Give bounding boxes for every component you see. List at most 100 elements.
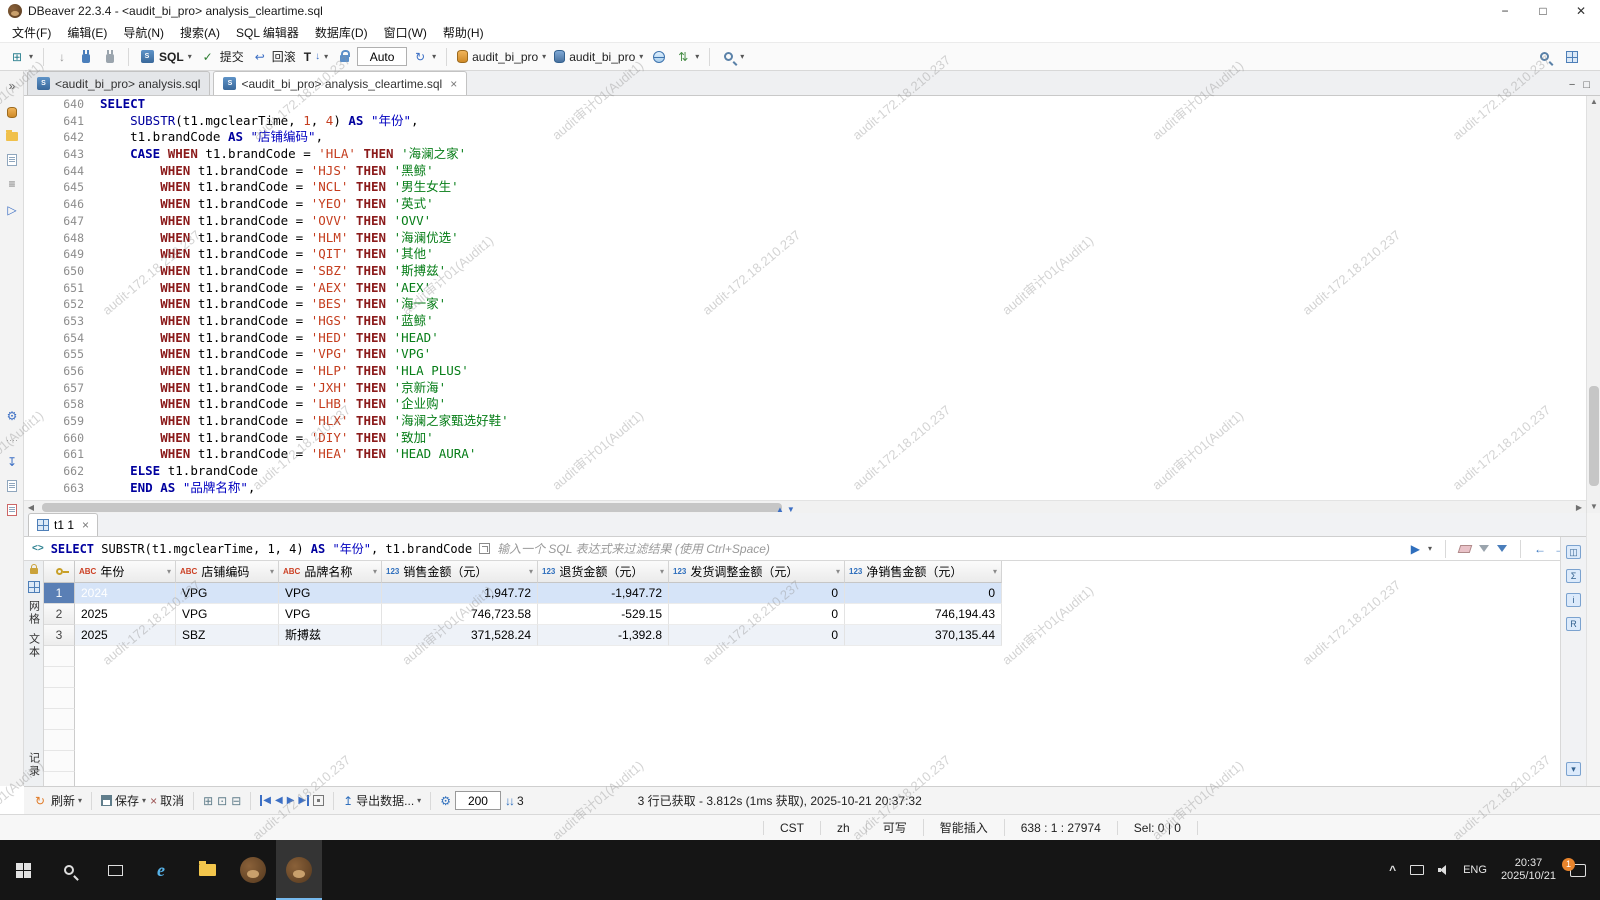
filter-input[interactable]: 输入一个 SQL 表达式来过滤结果 (使用 Ctrl+Space) [497,540,1404,557]
grid-cell[interactable]: 371,528.24 [382,625,538,646]
scroll-down-icon[interactable]: ▼ [1587,501,1600,513]
grid-cell[interactable]: -529.15 [538,604,669,625]
column-header-5[interactable]: 123发货调整金额（元）▾ [669,561,845,583]
menu-item-1[interactable]: 编辑(E) [59,22,115,43]
refresh-button[interactable]: ↻刷新▾ [32,792,82,809]
column-filter-caret[interactable]: ▾ [270,567,274,576]
restore-panes-icon[interactable]: » [3,77,21,95]
status-segment-3[interactable]: 智能插入 [924,819,1005,836]
clear-filter-icon[interactable] [1458,545,1473,553]
sql-editor-button[interactable]: SSQL▾ [136,46,195,68]
tray-expand-icon[interactable]: ^ [1389,863,1396,877]
minimize-button[interactable]: − [1486,0,1524,22]
filter-sql-preview[interactable]: SELECT SUBSTR(t1.mgclearTime, 1, 4) AS "… [51,540,472,557]
action-center-button[interactable]: 1 [1570,864,1586,877]
grid-cell[interactable]: VPG [176,604,279,625]
export-data-button[interactable]: ↥导出数据...▾ [343,792,421,809]
cancel-button[interactable]: ×取消 [150,792,184,809]
column-header-1[interactable]: ABC店铺编码▾ [176,561,279,583]
start-button[interactable] [0,840,46,900]
filter-history-back-icon[interactable]: ← [1534,542,1546,556]
grid-cell[interactable]: 0 [669,604,845,625]
scrollbar-thumb[interactable] [42,503,782,512]
menu-item-0[interactable]: 文件(F) [4,22,59,43]
filters-icon[interactable] [1497,545,1507,552]
editor-horizontal-scrollbar[interactable]: ◀ ▶ [24,500,1586,513]
more-icon[interactable]: ···· [3,431,21,449]
menu-item-6[interactable]: 窗口(W) [376,22,435,43]
export-script-icon[interactable]: ↧ [3,453,21,471]
first-row-button[interactable]: ◀ [260,795,271,806]
column-header-6[interactable]: 123净销售金额（元）▾ [845,561,1002,583]
console-icon[interactable]: ▷ [3,201,21,219]
remove-filter-icon[interactable] [1479,545,1489,552]
task-view-button[interactable] [92,840,138,900]
apply-filter-button[interactable]: ▶ [1411,542,1420,556]
sql-editor[interactable]: 640SELECT641 SUBSTR(t1.mgclearTime, 1, 4… [24,96,1586,500]
close-tab-icon[interactable]: × [450,77,457,91]
file-explorer-button[interactable] [184,840,230,900]
row-number-cell[interactable]: 3 [44,625,75,646]
script-icon[interactable] [3,151,21,169]
projects-icon[interactable] [3,127,21,145]
row-number-cell[interactable]: 1 [44,583,75,604]
isolation-combo[interactable]: Auto [357,47,407,66]
column-filter-caret[interactable]: ▾ [373,567,377,576]
grid-cell[interactable]: 0 [845,583,1002,604]
dbeaver-taskbar-button-active[interactable] [276,840,322,900]
editor-vertical-scrollbar[interactable]: ▲ ▼ [1586,96,1600,513]
column-filter-caret[interactable]: ▾ [529,567,533,576]
results-tab[interactable]: t1 1 × [28,513,98,536]
grid-cell[interactable]: VPG [279,604,382,625]
maximize-view-icon[interactable]: □ [1583,79,1590,91]
grid-corner[interactable] [44,561,75,583]
settings-gear-icon[interactable]: ⚙ [3,407,21,425]
taskbar-clock[interactable]: 20:372025/10/21 [1501,857,1556,883]
outline-icon[interactable]: ≡ [3,175,21,193]
disconnect-button[interactable] [99,46,121,68]
volume-icon[interactable] [1438,865,1449,875]
scroll-up-icon[interactable]: ▲ [1587,96,1600,108]
add-row-button[interactable]: ⊞ [203,794,213,808]
fetch-next-button[interactable]: ↓↓ [505,794,513,808]
expand-filter-icon[interactable] [479,543,490,554]
metadata-panel-icon[interactable]: i [1566,593,1581,607]
presentation-text-tab[interactable]: 文本 [26,633,42,659]
transaction-mode-button[interactable]: T↓▾ [301,46,331,68]
connect-button[interactable] [75,46,97,68]
grid-cell[interactable]: VPG [176,583,279,604]
network-tray-icon[interactable] [1410,865,1424,875]
results-scroll-track[interactable] [1586,513,1600,786]
menu-item-7[interactable]: 帮助(H) [435,22,492,43]
commit-button[interactable]: ✓提交 [197,46,247,68]
search-button[interactable]: ▾ [717,46,747,68]
status-segment-1[interactable]: zh [821,821,867,835]
grid-cell[interactable]: 0 [669,583,845,604]
grid-cell[interactable]: 2024 [75,583,176,604]
previous-row-button[interactable]: ◀ [275,795,283,806]
column-header-2[interactable]: ABC品牌名称▾ [279,561,382,583]
menu-item-2[interactable]: 导航(N) [115,22,172,43]
globe-button[interactable] [648,46,670,68]
grid-cell[interactable]: 斯搏兹 [279,625,382,646]
delete-row-button[interactable]: ⊟ [231,794,241,808]
column-filter-caret[interactable]: ▾ [836,567,840,576]
grid-cell[interactable]: VPG [279,583,382,604]
pinned-panel-icon[interactable]: ▾ [1566,762,1581,776]
grid-cell[interactable]: -1,392.8 [538,625,669,646]
focus-row-button[interactable] [313,795,324,806]
value-panel-icon[interactable]: ◫ [1566,545,1581,559]
presentation-grid-tab[interactable]: 网格 [26,600,42,626]
column-filter-caret[interactable]: ▾ [993,567,997,576]
menu-item-3[interactable]: 搜索(A) [172,22,228,43]
grid-cell[interactable]: 370,135.44 [845,625,1002,646]
grid-presentation-icon[interactable] [28,581,40,593]
grid-cell[interactable]: 746,723.58 [382,604,538,625]
last-row-button[interactable]: ▶ [298,795,309,806]
quick-search-icon[interactable] [1536,49,1552,65]
perspective-icon[interactable] [1564,49,1580,65]
duplicate-row-button[interactable]: ⊡ [217,794,227,808]
close-results-icon[interactable]: × [82,518,89,532]
fetch-size-input[interactable] [455,791,501,810]
column-filter-caret[interactable]: ▾ [660,567,664,576]
